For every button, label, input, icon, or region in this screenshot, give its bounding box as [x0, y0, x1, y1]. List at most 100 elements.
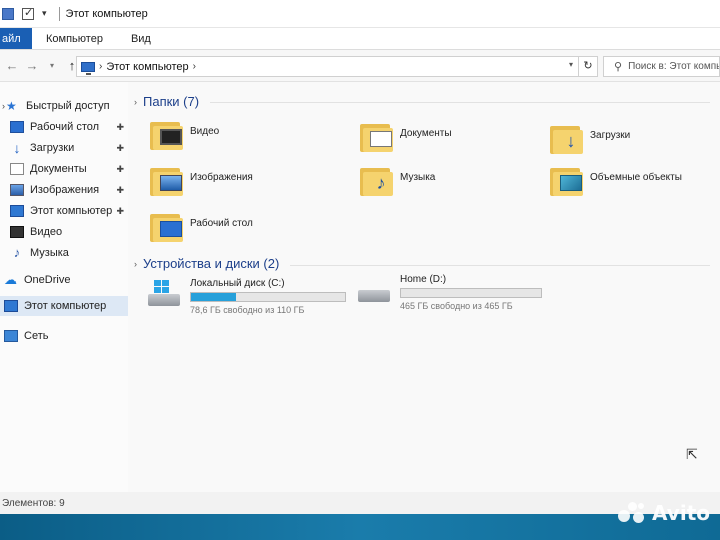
chevron-down-icon[interactable]: › — [134, 259, 137, 269]
group-title: Устройства и диски (2) — [143, 256, 280, 271]
desktop-folder-icon — [150, 212, 184, 242]
pin-icon[interactable]: ✚ — [116, 185, 124, 196]
sidebar-item-label: Изображения — [30, 184, 100, 196]
video-icon — [10, 226, 24, 238]
pin-icon[interactable]: ✚ — [116, 122, 124, 133]
drive-usage-bar — [400, 288, 542, 298]
folder-label: Документы — [400, 128, 452, 139]
group-header-devices[interactable]: › Устройства и диски (2) — [134, 256, 279, 271]
new-folder-icon[interactable] — [2, 7, 14, 20]
address-bar[interactable]: › Этот компьютер › ▾ — [76, 56, 596, 77]
drive-name: Home (D:) — [400, 274, 447, 285]
title-bar: ▾ Этот компьютер — [0, 0, 720, 28]
pin-icon[interactable]: ✚ — [116, 143, 124, 154]
music-folder-icon: ♪ — [360, 166, 394, 196]
ribbon-tabs: айл Компьютер Вид — [0, 28, 720, 50]
tab-file[interactable]: айл — [0, 28, 32, 49]
folder-label: Рабочий стол — [190, 218, 253, 229]
sidebar-item-downloads[interactable]: ↓ Загрузки ✚ — [0, 138, 128, 158]
chevron-right-icon[interactable]: › — [193, 61, 196, 72]
refresh-button[interactable]: ↻ — [578, 56, 598, 77]
folder-desktop[interactable]: Рабочий стол — [150, 212, 253, 242]
video-folder-icon — [150, 120, 184, 150]
sidebar-item-label: Видео — [30, 226, 63, 238]
tab-view[interactable]: Вид — [117, 28, 165, 49]
pictures-folder-icon — [150, 166, 184, 196]
sidebar-item-network[interactable]: Сеть — [0, 326, 128, 346]
folder-pictures[interactable]: Изображения — [150, 166, 253, 196]
sidebar-item-label: Музыка — [30, 247, 69, 259]
sidebar-item-videos[interactable]: Видео — [0, 222, 128, 242]
taskbar — [0, 514, 720, 540]
sidebar-item-label: Этот компьютер — [24, 300, 107, 312]
document-icon — [10, 163, 24, 175]
desktop-icon — [10, 121, 24, 133]
avito-watermark: Avito — [618, 500, 710, 526]
sidebar-item-documents[interactable]: Документы ✚ — [0, 159, 128, 179]
folder-downloads[interactable]: ↓ Загрузки — [550, 124, 630, 154]
documents-folder-icon — [360, 122, 394, 152]
group-header-folders[interactable]: › Папки (7) — [134, 94, 199, 109]
drive-icon — [358, 282, 392, 306]
folder-videos[interactable]: Видео — [150, 120, 219, 150]
customize-dropdown-icon[interactable]: ▾ — [42, 8, 47, 19]
folder-documents[interactable]: Документы — [360, 122, 452, 152]
folder-label: Музыка — [400, 172, 436, 183]
refresh-icon: ↻ — [583, 60, 593, 72]
sidebar-item-label: Рабочий стол — [30, 121, 100, 133]
forward-icon[interactable]: → — [22, 58, 42, 73]
tab-computer[interactable]: Компьютер — [32, 28, 117, 49]
computer-icon — [4, 300, 18, 312]
drive-usage-bar — [190, 292, 346, 302]
sidebar-item-label: Документы — [30, 163, 87, 175]
folder-label: Объемные объекты — [590, 172, 682, 183]
drive-c[interactable]: Локальный диск (C:) 78,6 ГБ свободно из … — [148, 278, 346, 315]
sidebar-item-label: Загрузки — [30, 142, 75, 154]
group-divider — [290, 265, 710, 266]
sidebar-item-quick-access[interactable]: › ★ Быстрый доступ — [0, 96, 128, 116]
sidebar-item-label: Сеть — [24, 330, 49, 342]
image-icon — [10, 184, 24, 196]
drive-usage-fill — [191, 293, 236, 301]
cloud-icon: ☁ — [4, 272, 17, 287]
sidebar-item-music[interactable]: ♪ Музыка — [0, 243, 128, 263]
quick-access-toolbar: ▾ — [0, 6, 64, 21]
recent-dropdown-icon[interactable]: ▾ — [42, 61, 62, 70]
content-pane: › Папки (7) Видео Документы ↓ Загрузки И… — [128, 82, 720, 492]
drive-d[interactable]: Home (D:) 465 ГБ свободно из 465 ГБ — [358, 274, 542, 311]
back-icon[interactable]: ← — [2, 58, 22, 73]
folder-3d-objects[interactable]: Объемные объекты — [550, 166, 682, 196]
breadcrumb-this-pc[interactable]: Этот компьютер — [106, 61, 188, 73]
navigation-pane: › ★ Быстрый доступ Рабочий стол ✚ ↓ Загр… — [0, 82, 128, 492]
chevron-down-icon[interactable]: › — [134, 97, 137, 107]
sidebar-item-this-pc-pinned[interactable]: Этот компьютер ✚ — [0, 201, 128, 221]
search-placeholder: Поиск в: Этот компьют — [628, 61, 719, 72]
status-bar: Элементов: 9 — [0, 492, 720, 514]
sidebar-item-desktop[interactable]: Рабочий стол ✚ — [0, 117, 128, 137]
mouse-cursor-icon: ⇱ — [686, 446, 698, 462]
pin-icon[interactable]: ✚ — [116, 164, 124, 175]
windows-drive-icon — [148, 280, 182, 310]
drive-free-space: 465 ГБ свободно из 465 ГБ — [400, 301, 513, 311]
search-input[interactable]: ⚲ Поиск в: Этот компьют — [603, 56, 720, 77]
computer-icon — [81, 61, 95, 75]
sidebar-item-label: OneDrive — [24, 274, 71, 286]
download-icon: ↓ — [13, 140, 21, 156]
properties-icon[interactable] — [22, 6, 34, 20]
sidebar-item-pictures[interactable]: Изображения ✚ — [0, 180, 128, 200]
sidebar-item-label: Быстрый доступ — [26, 100, 110, 112]
chevron-right-icon[interactable]: › — [99, 61, 102, 72]
chevron-down-icon[interactable]: › — [2, 101, 5, 111]
folder-music[interactable]: ♪ Музыка — [360, 166, 435, 196]
folder-label: Изображения — [190, 172, 253, 183]
sidebar-item-this-pc[interactable]: Этот компьютер — [0, 296, 128, 316]
search-icon: ⚲ — [614, 61, 623, 73]
network-icon — [4, 330, 18, 342]
drive-name: Локальный диск (C:) — [190, 278, 285, 289]
downloads-folder-icon: ↓ — [550, 124, 584, 154]
address-dropdown-icon[interactable]: ▾ — [569, 60, 573, 69]
sidebar-item-onedrive[interactable]: ☁ OneDrive — [0, 270, 128, 290]
pin-icon[interactable]: ✚ — [116, 206, 124, 217]
navigation-bar: ← → ▾ ↑ › Этот компьютер › ▾ ↻ ⚲ Поиск в… — [0, 50, 720, 82]
music-icon: ♪ — [13, 245, 21, 260]
